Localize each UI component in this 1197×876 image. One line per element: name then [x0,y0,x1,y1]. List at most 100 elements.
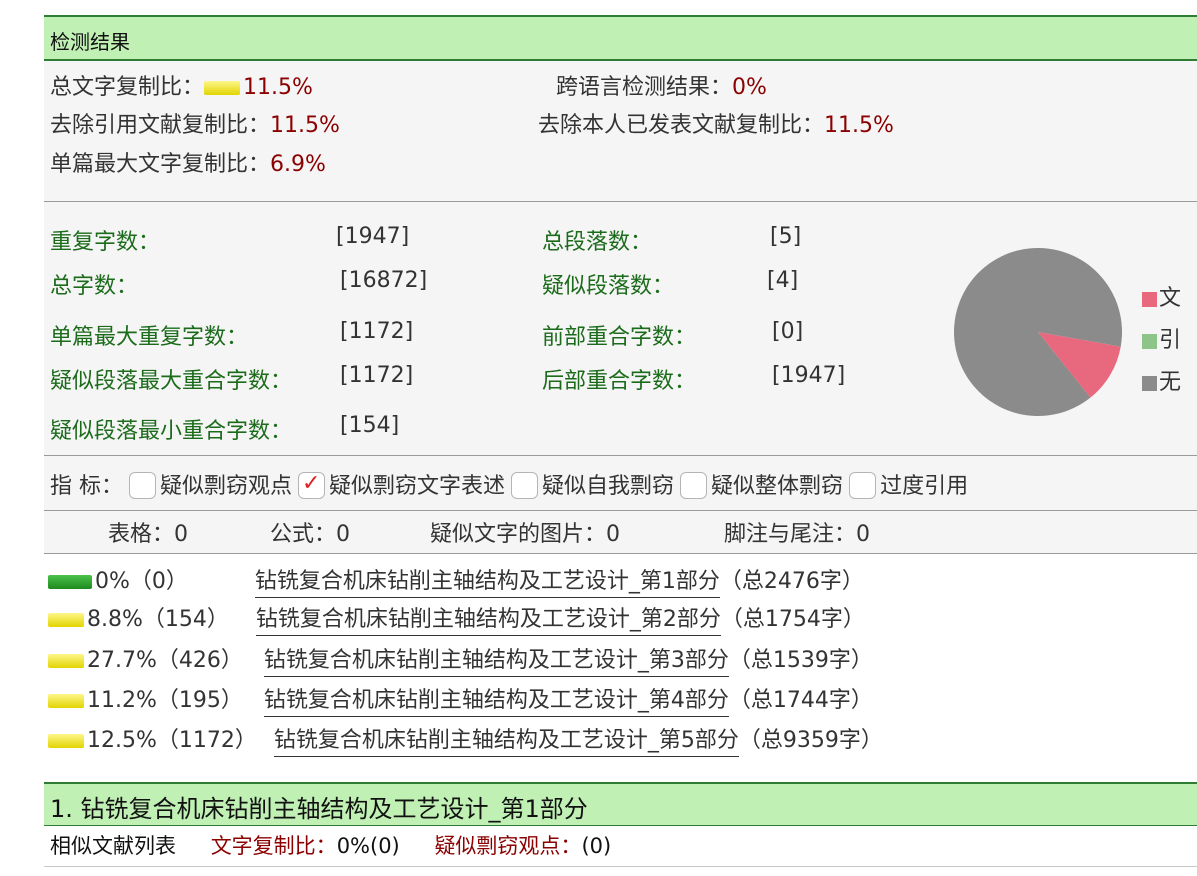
indicator-label: 疑似剽窃文字表述 [329,474,506,499]
cross-lang-label: 跨语言检测结果： [556,75,733,100]
ratio-bar-icon [48,734,84,748]
pie-legend-item: 文 [1142,280,1181,322]
copy-ratio-value: 0%(0) [336,834,400,858]
copy-ratio-label: 文字复制比： [210,834,337,858]
summary-section: 总文字复制比： 11.5% 跨语言检测结果：0% 去除引用文献复制比：11.5% … [44,61,1197,201]
images-value: 0 [606,522,621,547]
checkmark-icon: ✓ [302,470,321,496]
excl-ref-label: 去除引用文献复制比： [50,113,271,138]
part-stat: 11.2%（195） [87,688,243,713]
max-single-label: 单篇最大文字复制比： [50,152,271,177]
divider [44,866,1197,867]
front-overlap-label: 前部重合字数： [542,325,697,350]
tables-label: 表格： [108,522,175,547]
part-link[interactable]: 钻铣复合机床钻削主轴结构及工艺设计_第3部分 [263,648,729,677]
ratio-bar-icon [48,613,84,627]
max-single-ratio: 单篇最大文字复制比：6.9% [50,146,326,178]
min-para-overlap-label: 疑似段落最小重合字数： [50,419,293,444]
section-header: 1. 钻铣复合机床钻削主轴结构及工艺设计_第1部分 [44,782,1197,826]
footnotes-value: 0 [856,522,871,547]
front-overlap-value: [0] [772,319,804,344]
similar-docs-label: 相似文献列表 [50,834,176,858]
max-para-overlap-value: [1172] [340,363,414,388]
excl-ref-ratio: 去除引用文献复制比：11.5% [50,107,340,139]
list-item: 11.2%（195） 钻铣复合机床钻削主轴结构及工艺设计_第4部分（总1744字… [48,682,873,717]
pie-legend: 文 引 无 [1142,280,1181,406]
tables-count: 表格：0 [108,516,188,548]
cross-language-result: 跨语言检测结果：0% [556,69,767,101]
total-paras-value: [5] [770,224,802,249]
plag-viewpoint-value: (0) [581,834,612,858]
ratio-bar-icon [48,654,84,668]
list-item: 0%（0） 钻铣复合机床钻削主轴结构及工艺设计_第1部分（总2476字） [48,563,864,598]
plag-viewpoint-label: 疑似剽窃观点： [434,834,582,858]
part-stat: 8.8%（154） [87,607,229,632]
cross-lang-value: 0% [732,75,767,100]
min-para-overlap-value: [154] [340,413,400,438]
part-link[interactable]: 钻铣复合机床钻削主轴结构及工艺设计_第1部分 [254,569,720,598]
stats-section: 重复字数： [1947] 总段落数： [5] 总字数： [16872] 疑似段落… [44,202,1197,455]
ratio-bar-icon [48,694,84,708]
formulas-count: 公式：0 [270,516,350,548]
excl-self-label: 去除本人已发表文献复制比： [538,113,825,138]
checkbox-over-citation[interactable] [849,471,877,499]
total-chars-label: 总字数： [50,274,139,299]
checkbox-plag-viewpoint[interactable] [129,471,156,499]
list-item: 27.7%（426） 钻铣复合机床钻削主轴结构及工艺设计_第3部分（总1539字… [48,642,873,677]
images-label: 疑似文字的图片： [430,522,607,547]
pie-legend-item: 无 [1142,364,1181,406]
legend-swatch-icon [1142,375,1157,391]
part-link[interactable]: 钻铣复合机床钻削主轴结构及工艺设计_第2部分 [255,607,721,636]
legend-label: 无 [1159,370,1182,395]
indicators-list: 指 标： 疑似剽窃观点 ✓ 疑似剽窃文字表述 疑似自我剽窃 疑似整体剽窃 过度引用 [50,468,968,501]
max-single-dup-label: 单篇最大重复字数： [50,325,249,350]
footnotes-count: 脚注与尾注：0 [724,516,870,548]
total-copy-ratio: 总文字复制比： 11.5% [50,69,313,101]
ratio-bar-icon [48,575,92,589]
footnotes-label: 脚注与尾注： [724,522,857,547]
part-link[interactable]: 钻铣复合机床钻削主轴结构及工艺设计_第4部分 [263,688,729,717]
counts-row: 表格：0 公式：0 疑似文字的图片：0 脚注与尾注：0 [44,511,1197,553]
checkbox-whole-plag[interactable] [680,471,708,499]
list-item: 12.5%（1172） 钻铣复合机床钻削主轴结构及工艺设计_第5部分（总9359… [48,722,883,757]
indicator-label: 疑似剽窃观点 [160,474,293,499]
susp-paras-value: [4] [767,268,799,293]
tables-value: 0 [174,522,189,547]
max-single-dup-value: [1172] [340,319,414,344]
max-single-value: 6.9% [270,152,326,177]
part-link[interactable]: 钻铣复合机床钻削主轴结构及工艺设计_第5部分 [273,728,739,757]
dup-chars-value: [1947] [336,224,410,249]
part-total: （总1539字） [728,648,873,673]
excl-ref-value: 11.5% [270,113,340,138]
list-item: 8.8%（154） 钻铣复合机床钻削主轴结构及工艺设计_第2部分（总1754字） [48,601,865,636]
excl-self-ratio: 去除本人已发表文献复制比：11.5% [538,107,894,139]
divider [44,553,1197,554]
part-stat: 12.5%（1172） [87,728,257,753]
excl-self-value: 11.5% [824,113,894,138]
pie-legend-item: 引 [1142,322,1181,364]
indicator-label: 疑似整体剽窃 [711,474,844,499]
total-copy-value: 11.5% [243,75,313,100]
results-header: 检测结果 [44,15,1197,61]
similar-docs-row: 相似文献列表 文字复制比：0%(0) 疑似剽窃观点：(0) [50,830,611,860]
indicators-row: 指 标： 疑似剽窃观点 ✓ 疑似剽窃文字表述 疑似自我剽窃 疑似整体剽窃 过度引用 [44,456,1197,510]
indicator-label: 疑似自我剽窃 [542,474,675,499]
legend-label: 引 [1159,328,1182,353]
total-paras-label: 总段落数： [542,230,653,255]
indicators-label: 指 标： [50,474,123,499]
back-overlap-value: [1947] [772,363,846,388]
results-header-title: 检测结果 [50,30,130,54]
legend-label: 文 [1159,286,1182,311]
overlap-pie-chart [954,248,1122,416]
checkbox-plag-wording[interactable]: ✓ [298,470,326,499]
legend-swatch-icon [1142,333,1157,349]
part-stat: 27.7%（426） [87,648,243,673]
part-total: （总1754字） [720,607,865,632]
part-stat: 0%（0） [95,569,188,594]
back-overlap-label: 后部重合字数： [542,369,697,394]
checkbox-self-plag[interactable] [511,471,539,499]
part-total: （总1744字） [728,688,873,713]
total-copy-label: 总文字复制比： [50,75,205,100]
section-title: 1. 钻铣复合机床钻削主轴结构及工艺设计_第1部分 [50,795,588,823]
susp-paras-label: 疑似段落数： [542,274,675,299]
